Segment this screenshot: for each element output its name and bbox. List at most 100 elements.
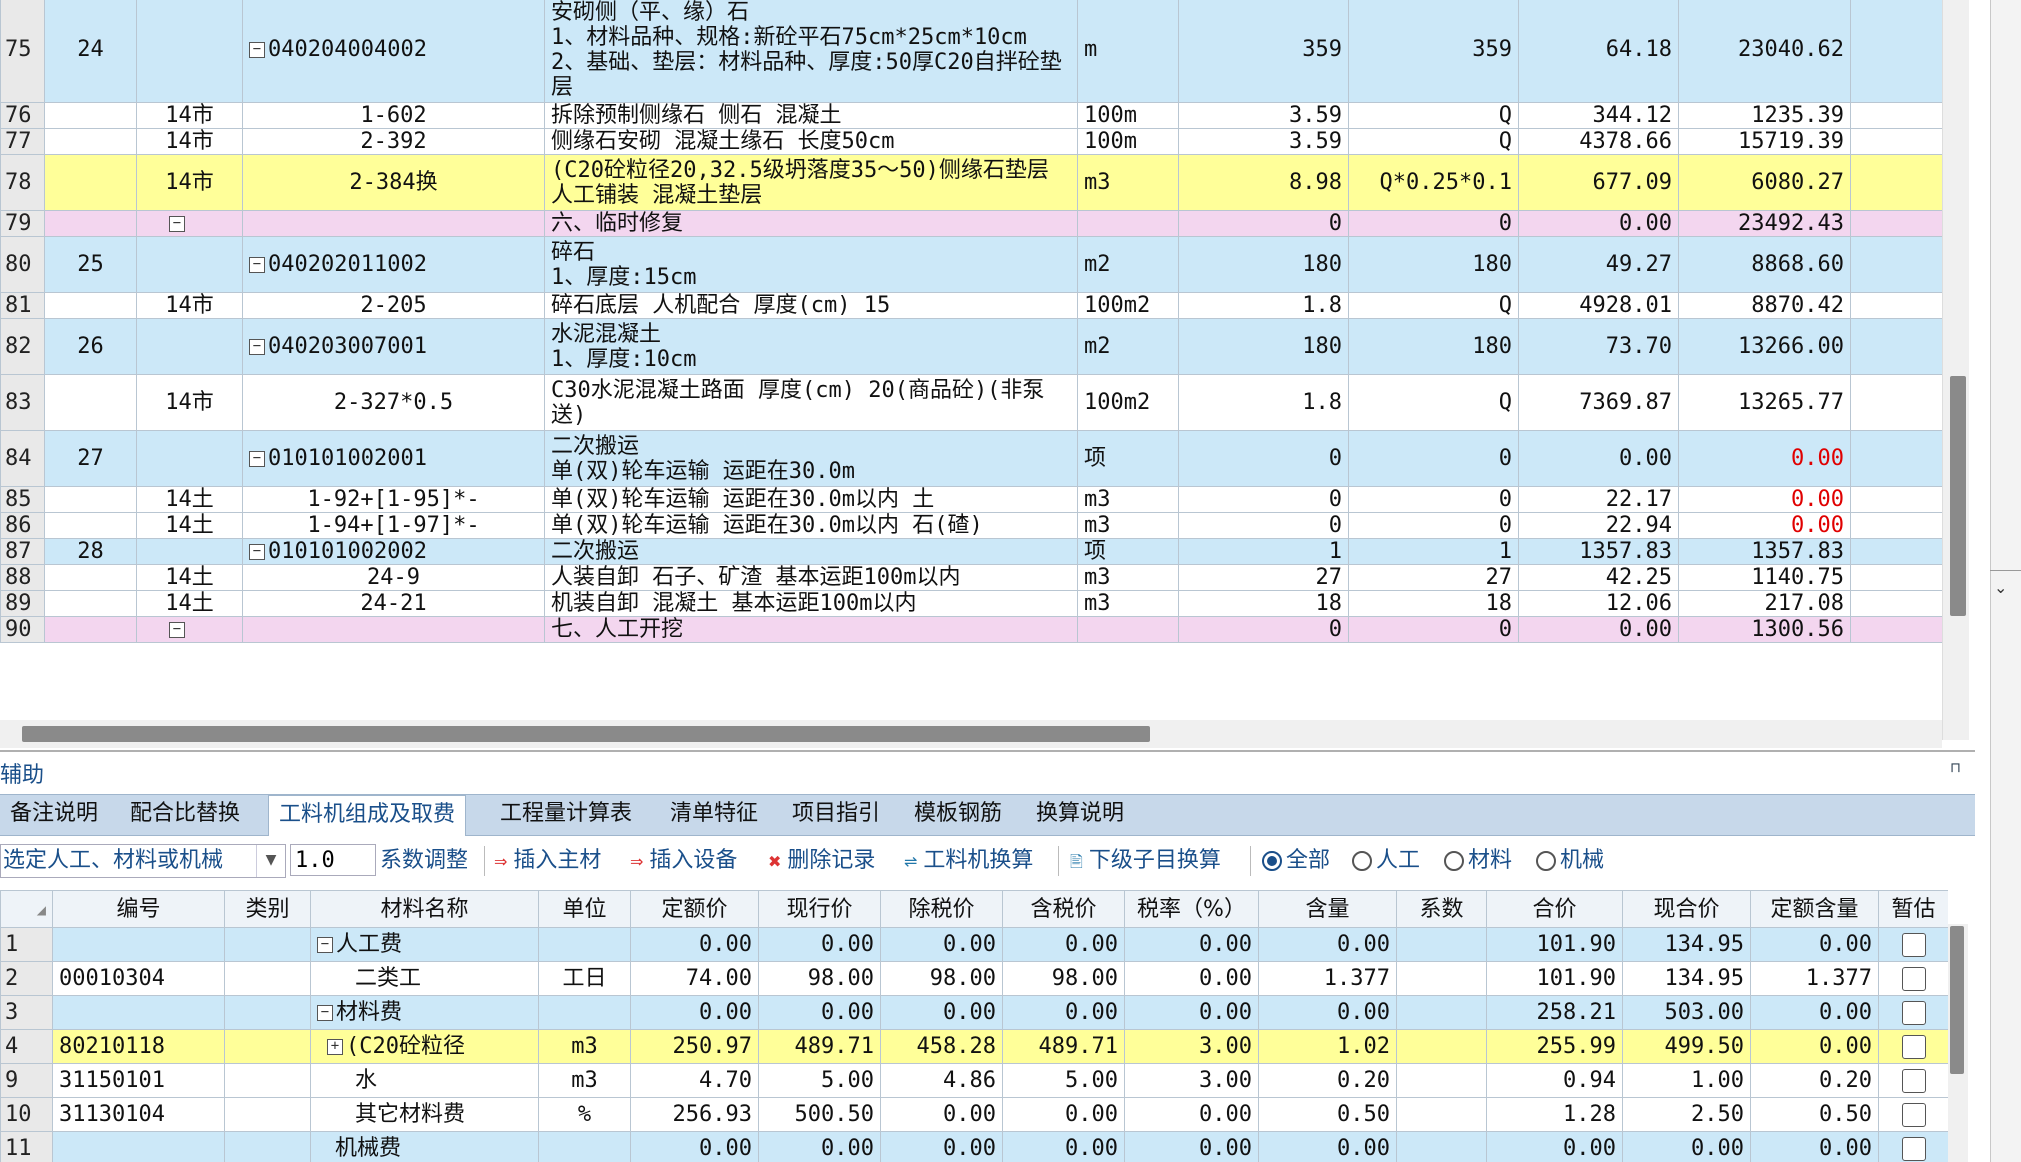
item-unit[interactable] xyxy=(1077,616,1179,643)
tab-lgj-composition[interactable]: 工料机组成及取费 xyxy=(268,795,467,836)
item-name[interactable]: 人装自卸 石子、矿渣 基本运距100m以内 xyxy=(544,564,1078,591)
row-number[interactable]: 9 xyxy=(0,1063,53,1098)
provisional-checkbox[interactable] xyxy=(1878,1097,1948,1132)
item-quantity-expression[interactable]: Q xyxy=(1348,102,1519,129)
item-total[interactable]: 6080.27 xyxy=(1678,154,1851,211)
current-price[interactable]: 489.71 xyxy=(758,1029,881,1064)
collapse-toggle-icon[interactable]: − xyxy=(249,339,265,355)
row-number[interactable]: 78 xyxy=(0,154,45,211)
item-total[interactable]: 23492.43 xyxy=(1678,210,1851,237)
item-quantity[interactable]: 0 xyxy=(1178,512,1349,539)
item-unit-price[interactable]: 4928.01 xyxy=(1518,292,1679,319)
item-total[interactable]: 8868.60 xyxy=(1678,236,1851,293)
row-number[interactable]: 76 xyxy=(0,102,45,129)
column-header[interactable]: 除税价 xyxy=(880,890,1003,928)
collapse-toggle-icon[interactable]: − xyxy=(249,451,265,467)
item-quantity[interactable]: 8.98 xyxy=(1178,154,1349,211)
item-category[interactable]: 14市 xyxy=(136,154,243,211)
item-quantity[interactable]: 0 xyxy=(1178,210,1349,237)
quota-price[interactable]: 74.00 xyxy=(630,961,759,996)
item-unit-price[interactable]: 7369.87 xyxy=(1518,374,1679,431)
top-horizontal-scroll-thumb[interactable] xyxy=(22,726,1150,742)
item-name[interactable]: (C20砼粒径20,32.5级坍落度35～50)侧缘石垫层 人工铺装 混凝土垫层 xyxy=(544,154,1078,211)
material-unit[interactable]: 工日 xyxy=(538,961,631,996)
column-header[interactable]: 单位 xyxy=(538,890,631,928)
tax-rate[interactable]: 0.00 xyxy=(1124,995,1259,1030)
item-quantity-expression[interactable]: 18 xyxy=(1348,590,1519,617)
item-quantity-expression[interactable]: Q xyxy=(1348,374,1519,431)
lgj-conversion-button[interactable]: ⇌ 工料机换算 xyxy=(904,836,1033,886)
item-unit[interactable]: m3 xyxy=(1077,590,1179,617)
tab-item-guide[interactable]: 项目指引 xyxy=(782,795,890,835)
item-code[interactable]: −010101002001 xyxy=(242,430,545,487)
tab-remarks[interactable]: 备注说明 xyxy=(0,795,108,835)
coefficient[interactable] xyxy=(1396,1063,1487,1098)
item-quantity-expression[interactable]: Q xyxy=(1348,128,1519,155)
item-quantity[interactable]: 27 xyxy=(1178,564,1349,591)
item-quantity-expression[interactable]: 0 xyxy=(1348,430,1519,487)
item-sequence[interactable]: 27 xyxy=(44,430,137,487)
item-extra[interactable] xyxy=(1850,374,1942,431)
item-unit-price[interactable]: 22.94 xyxy=(1518,512,1679,539)
inc-tax-price[interactable]: 5.00 xyxy=(1002,1063,1125,1098)
sub-item-conversion-button[interactable]: 🖹 下级子目换算 xyxy=(1070,836,1221,886)
column-header[interactable]: 现行价 xyxy=(758,890,881,928)
item-name[interactable]: 水泥混凝土 1、厚度:10cm xyxy=(544,318,1078,375)
item-unit-price[interactable]: 22.17 xyxy=(1518,486,1679,513)
material-code[interactable] xyxy=(52,1131,225,1162)
lgj-row[interactable]: 2 00010304 二类工 工日 74.00 98.00 98.00 98.00 0.00 1.… xyxy=(0,961,1948,996)
item-total[interactable]: 0.00 xyxy=(1678,512,1851,539)
inc-tax-price[interactable]: 0.00 xyxy=(1002,927,1125,962)
item-quantity[interactable]: 3.59 xyxy=(1178,102,1349,129)
item-quantity[interactable]: 0 xyxy=(1178,616,1349,643)
material-category[interactable] xyxy=(224,1063,311,1098)
item-sequence[interactable] xyxy=(44,292,137,319)
lgj-row[interactable]: 3− 材料费 0.00 0.00 0.00 0.00 0.00 0.00 258.21 503.0… xyxy=(0,995,1948,1030)
item-sequence[interactable]: 24 xyxy=(44,0,137,103)
quota-row[interactable]: 78 14市 2-384换 (C20砼粒径20,32.5级坍落度35～50)侧缘石垫层… xyxy=(0,154,1942,211)
collapse-toggle-icon[interactable]: − xyxy=(317,937,333,953)
material-name[interactable]: 其它材料费 xyxy=(310,1097,539,1132)
item-code[interactable]: 2-392 xyxy=(242,128,545,155)
coefficient-input[interactable] xyxy=(290,844,376,876)
lgj-row[interactable]: 11 机械费 0.00 0.00 0.00 0.00 0.00 0.00 0.00 0.00 0.0… xyxy=(0,1131,1948,1162)
item-category[interactable]: 14市 xyxy=(136,128,243,155)
lgj-row[interactable]: 4 80210118 + (C20砼粒径 m3 250.97 489.71 458.28 489… xyxy=(0,1029,1948,1064)
item-extra[interactable] xyxy=(1850,0,1942,103)
quota-row[interactable]: 85 14土 1-92+[1-95]*- 单(双)轮车运输 运距在30.0m以内 土 m… xyxy=(0,486,1942,513)
quota-content[interactable]: 0.50 xyxy=(1750,1097,1879,1132)
current-price[interactable]: 0.00 xyxy=(758,927,881,962)
item-extra[interactable] xyxy=(1850,102,1942,129)
row-number[interactable]: 75 xyxy=(0,0,45,103)
item-category[interactable] xyxy=(136,616,243,643)
quota-price[interactable]: 0.00 xyxy=(630,1131,759,1162)
material-category[interactable] xyxy=(224,995,311,1030)
total-price[interactable]: 258.21 xyxy=(1486,995,1623,1030)
item-quantity-expression[interactable]: 0 xyxy=(1348,210,1519,237)
item-extra[interactable] xyxy=(1850,236,1942,293)
filter-machine-radio[interactable]: 机械 xyxy=(1536,836,1604,886)
item-extra[interactable] xyxy=(1850,538,1942,565)
quota-price[interactable]: 0.00 xyxy=(630,927,759,962)
row-number[interactable]: 1 xyxy=(0,927,53,962)
material-category[interactable] xyxy=(224,927,311,962)
filter-labor-radio[interactable]: 人工 xyxy=(1352,836,1420,886)
item-unit-price[interactable]: 73.70 xyxy=(1518,318,1679,375)
column-header[interactable]: 暂估 xyxy=(1878,890,1948,928)
material-unit[interactable] xyxy=(538,927,631,962)
item-code[interactable]: − xyxy=(169,616,545,643)
item-sequence[interactable] xyxy=(44,374,137,431)
item-quantity[interactable]: 1.8 xyxy=(1178,374,1349,431)
collapse-toggle-icon[interactable]: − xyxy=(169,622,185,638)
material-unit[interactable] xyxy=(538,995,631,1030)
item-category[interactable]: 14市 xyxy=(136,102,243,129)
material-code[interactable]: 00010304 xyxy=(52,961,225,996)
coefficient[interactable] xyxy=(1396,961,1487,996)
tax-rate[interactable]: 3.00 xyxy=(1124,1029,1259,1064)
item-unit[interactable]: m xyxy=(1077,0,1179,103)
coefficient[interactable] xyxy=(1396,1131,1487,1162)
item-unit[interactable]: 100m xyxy=(1077,102,1179,129)
inc-tax-price[interactable]: 98.00 xyxy=(1002,961,1125,996)
collapse-toggle-icon[interactable]: − xyxy=(249,544,265,560)
checkbox-icon[interactable] xyxy=(1901,967,1926,991)
